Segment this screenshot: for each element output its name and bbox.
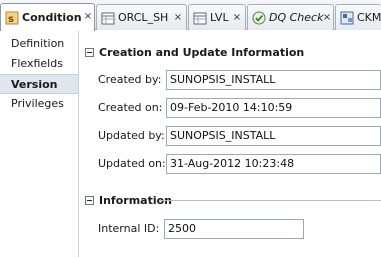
information-section-header[interactable]: Information (85, 191, 172, 209)
close-icon[interactable]: × (83, 11, 93, 23)
tab-label: LVL (210, 11, 229, 24)
collapse-icon[interactable] (85, 195, 94, 205)
created-by-field[interactable]: SUNOPSIS_INSTALL (166, 70, 381, 90)
nav-item-definition[interactable]: Definition (0, 34, 78, 54)
editor-tab-bar: s Condition × ORCL_SH × LVL × DQ Check ×… (0, 0, 381, 31)
tab-label: Condition (22, 11, 82, 24)
nav-item-flexfields[interactable]: Flexfields (0, 54, 78, 74)
internal-id-field[interactable]: 2500 (164, 219, 304, 239)
created-by-label: Created by: (98, 73, 162, 86)
tab-lvl[interactable]: LVL × (188, 4, 246, 30)
created-on-label: Created on: (98, 101, 163, 114)
tab-condition[interactable]: s Condition × (0, 3, 95, 31)
updated-by-label: Updated by: (98, 129, 165, 142)
condition-icon: s (5, 11, 19, 25)
ckm-icon (340, 11, 354, 25)
tab-label: CKM (357, 11, 381, 24)
datastore-icon (101, 11, 115, 25)
close-icon[interactable]: × (173, 12, 183, 24)
updated-by-field[interactable]: SUNOPSIS_INSTALL (166, 126, 381, 146)
datastore-icon (193, 11, 207, 25)
version-panel: Creation and Update Information Created … (80, 31, 381, 257)
close-icon[interactable]: × (232, 12, 242, 24)
editor-nav-panel: Definition Flexfields Version Privileges (0, 31, 79, 257)
updated-on-label: Updated on: (98, 157, 166, 170)
dq-check-icon (252, 11, 266, 25)
updated-on-field[interactable]: 31-Aug-2012 10:23:48 (166, 154, 381, 174)
collapse-icon[interactable] (85, 47, 94, 57)
section-divider (160, 200, 381, 201)
svg-text:s: s (8, 14, 14, 25)
tab-dq-check[interactable]: DQ Check × (247, 4, 334, 30)
nav-item-version[interactable]: Version (0, 74, 78, 94)
nav-item-privileges[interactable]: Privileges (0, 94, 78, 114)
close-icon[interactable]: × (322, 12, 332, 24)
tab-orcl-sh[interactable]: ORCL_SH × (96, 4, 187, 30)
tab-label: ORCL_SH (118, 11, 169, 24)
tab-ckm[interactable]: CKM (335, 4, 381, 30)
tab-label: DQ Check (269, 11, 324, 24)
creation-section-header[interactable]: Creation and Update Information (85, 43, 304, 61)
created-on-field[interactable]: 09-Feb-2010 14:10:59 (166, 98, 381, 118)
section-title: Creation and Update Information (99, 45, 305, 59)
internal-id-label: Internal ID: (98, 222, 160, 235)
